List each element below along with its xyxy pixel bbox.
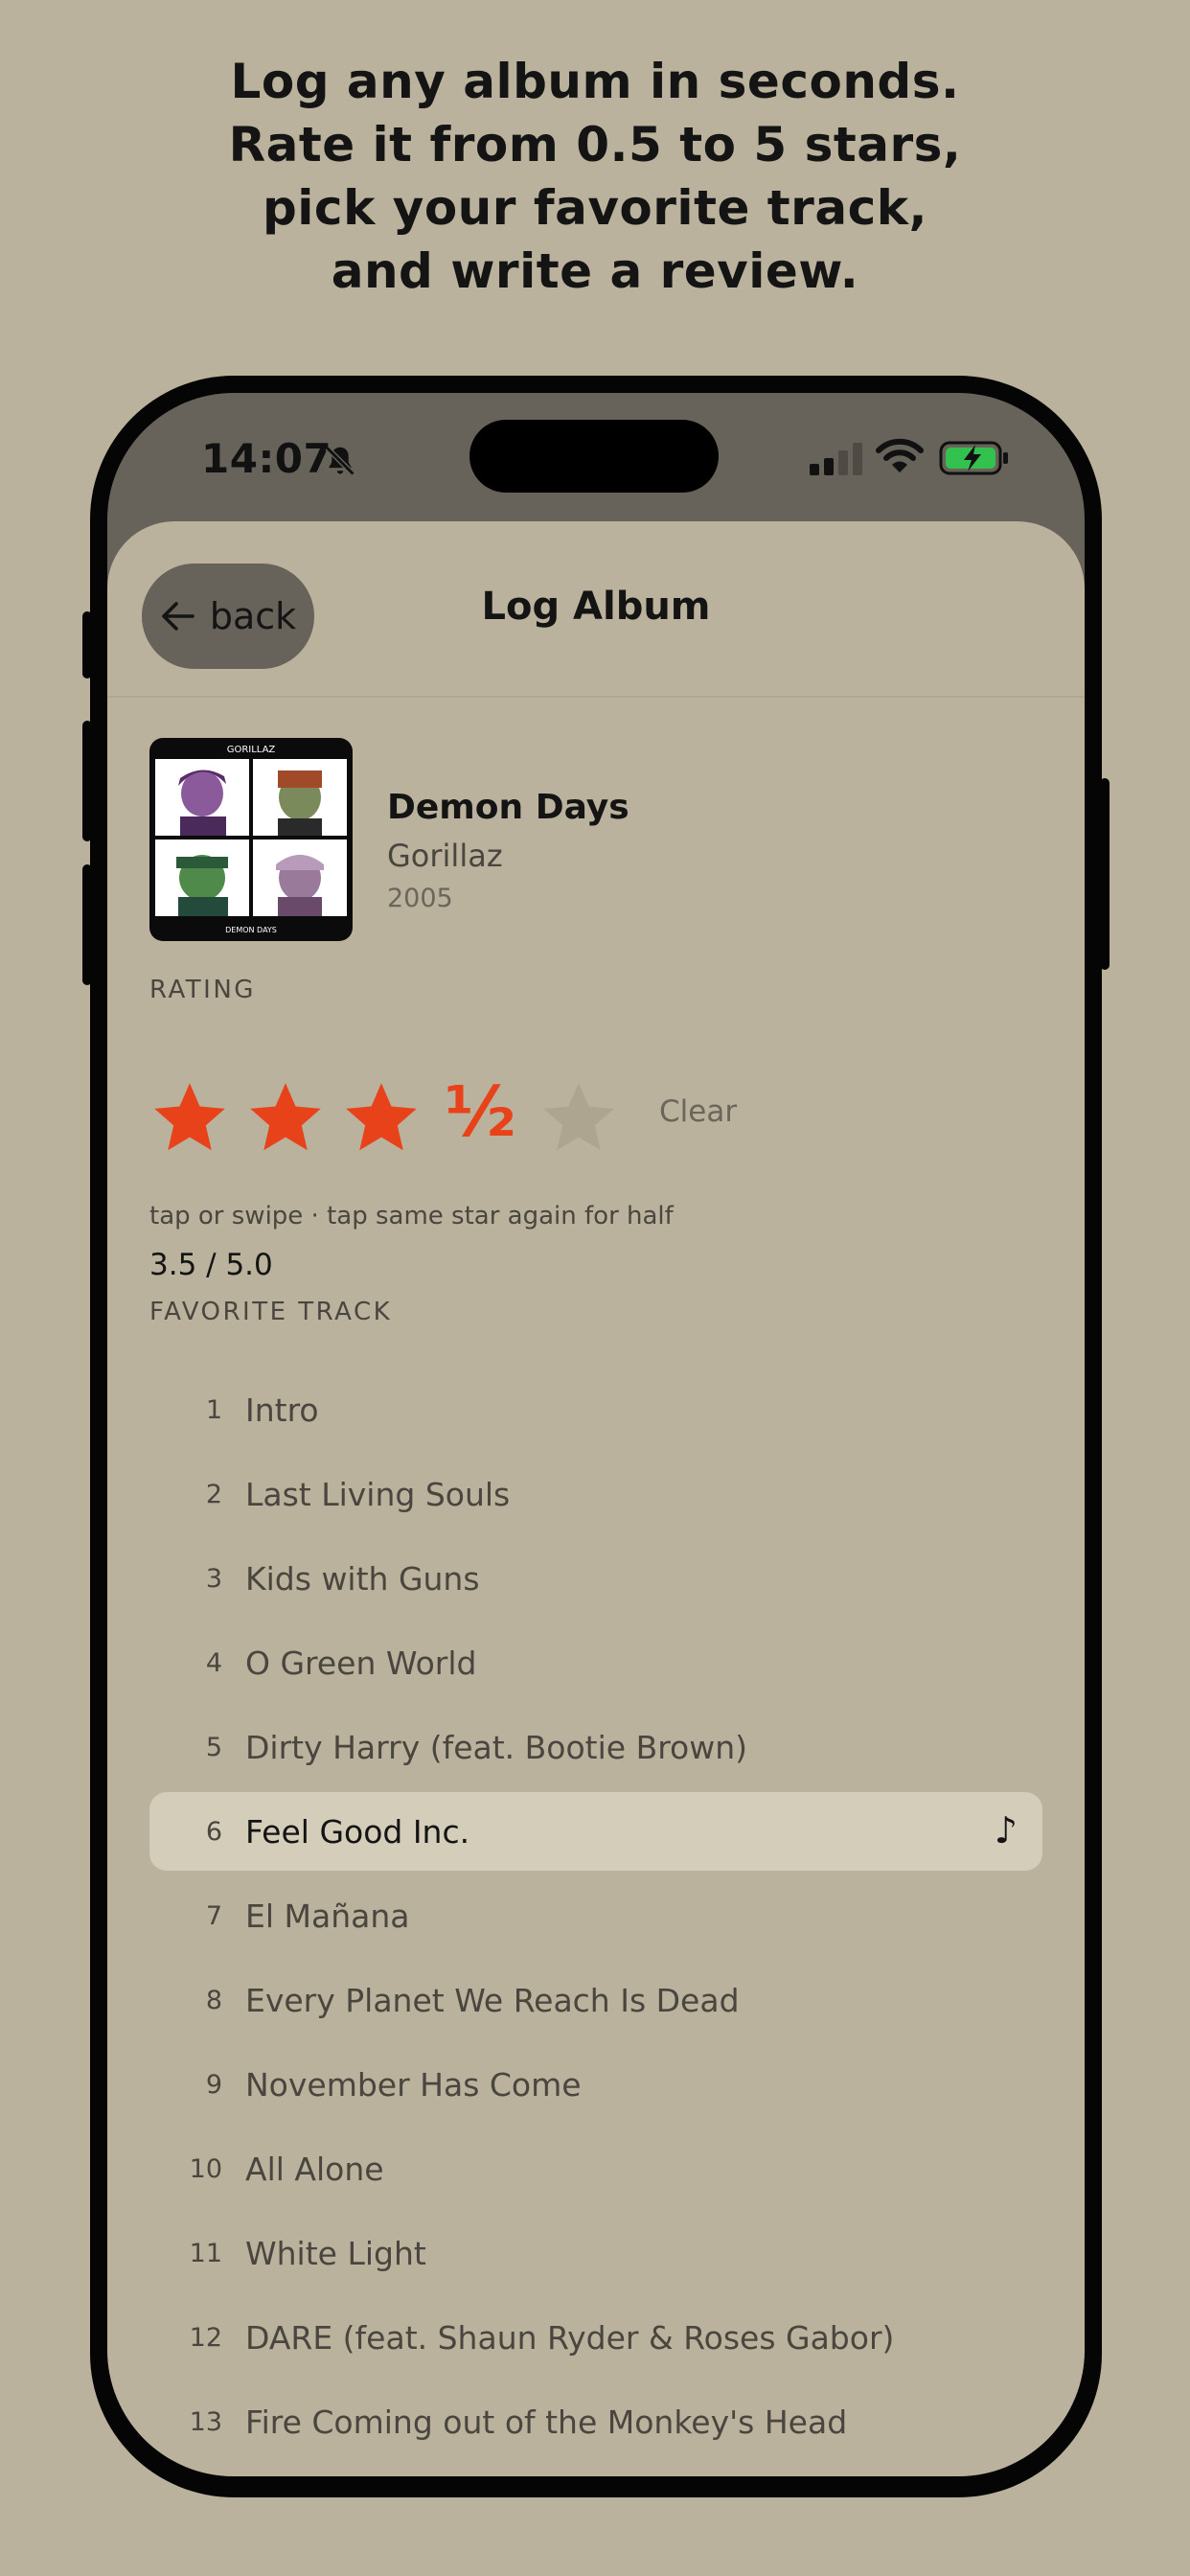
marketing-headline: Log any album in seconds. Rate it from 0…	[0, 50, 1190, 303]
track-number: 4	[205, 1647, 222, 1678]
dynamic-island	[469, 420, 719, 493]
headline-line-2: Rate it from 0.5 to 5 stars,	[228, 117, 962, 172]
phone-power-button	[1100, 778, 1110, 970]
track-name: Kids with Guns	[245, 1559, 480, 1598]
track-number: 6	[205, 1816, 222, 1847]
cover-bottom-text: DEMON DAYS	[225, 926, 277, 934]
track-row[interactable]: 1 Intro	[149, 1370, 1042, 1449]
phone-volume-up-button	[82, 721, 92, 841]
track-number: 12	[189, 2322, 222, 2353]
star-1-icon[interactable]	[149, 1077, 230, 1158]
clear-rating-button[interactable]: Clear	[659, 1094, 737, 1129]
phone-frame: 14:07 back Log Album GORILLAZ DEMON DAYS…	[82, 376, 1110, 2497]
phone-screen: 14:07 back Log Album GORILLAZ DEMON DAYS…	[107, 393, 1085, 2476]
log-album-sheet: back Log Album GORILLAZ DEMON DAYS Demon…	[107, 521, 1085, 2476]
rating-hint: tap or swipe · tap same star again for h…	[149, 1202, 674, 1230]
track-row[interactable]: 9 November Has Come	[149, 2045, 1042, 2124]
headline-line-1: Log any album in seconds.	[230, 54, 960, 109]
bell-slash-icon	[325, 446, 355, 476]
rating-score: 3.5 / 5.0	[149, 1248, 273, 1282]
wifi-icon	[876, 438, 924, 472]
track-row[interactable]: 3 Kids with Guns	[149, 1539, 1042, 1618]
star-4-half[interactable]: ½	[445, 1071, 516, 1152]
battery-charging-icon	[939, 441, 1008, 475]
track-number: 8	[205, 1985, 222, 2015]
track-list: 1 Intro 2 Last Living Souls 3 Kids with Gun…	[149, 1370, 1042, 2467]
track-row[interactable]: 8 Every Planet We Reach Is Dead	[149, 1961, 1042, 2039]
track-row[interactable]: 10 All Alone	[149, 2129, 1042, 2208]
track-number: 10	[189, 2153, 222, 2184]
track-row[interactable]: 2 Last Living Souls	[149, 1455, 1042, 1533]
track-name: Last Living Souls	[245, 1475, 511, 1513]
status-time: 14:07	[201, 435, 332, 482]
track-number: 3	[205, 1563, 222, 1594]
header-divider	[107, 696, 1085, 698]
status-bar: 14:07	[107, 393, 1085, 537]
page-title: Log Album	[481, 585, 711, 629]
track-name: White Light	[245, 2234, 426, 2272]
album-cover: GORILLAZ DEMON DAYS	[149, 738, 353, 941]
music-note-icon: ♪	[994, 1809, 1018, 1852]
track-row[interactable]: 11 White Light	[149, 2214, 1042, 2292]
track-name: Fire Coming out of the Monkey's Head	[245, 2403, 848, 2441]
track-number: 1	[205, 1394, 222, 1425]
album-year: 2005	[387, 884, 453, 913]
track-name: Intro	[245, 1391, 319, 1429]
track-name: Feel Good Inc.	[245, 1812, 470, 1851]
track-row[interactable]: 13 Fire Coming out of the Monkey's Head	[149, 2382, 1042, 2461]
track-name: El Mañana	[245, 1897, 410, 1935]
rating-section-label: RATING	[149, 976, 256, 1004]
cellular-signal-icon	[810, 443, 862, 475]
track-name: O Green World	[245, 1644, 477, 1682]
headline-line-3: pick your favorite track,	[263, 180, 927, 236]
phone-volume-down-button	[82, 864, 92, 985]
track-number: 7	[205, 1900, 222, 1931]
track-name: All Alone	[245, 2150, 384, 2188]
track-number: 9	[205, 2069, 222, 2100]
phone-action-button	[82, 611, 92, 678]
track-name: DARE (feat. Shaun Ryder & Roses Gabor)	[245, 2318, 895, 2357]
track-row[interactable]: 7 El Mañana	[149, 1876, 1042, 1955]
track-number: 13	[189, 2406, 222, 2437]
track-number: 2	[205, 1479, 222, 1509]
favorite-track-section-label: FAVORITE TRACK	[149, 1298, 393, 1326]
track-row-selected[interactable]: 6 Feel Good Inc. ♪	[149, 1792, 1042, 1871]
album-title: Demon Days	[387, 788, 629, 827]
track-row[interactable]: 5 Dirty Harry (feat. Bootie Brown)	[149, 1708, 1042, 1786]
album-artist: Gorillaz	[387, 838, 503, 874]
star-2-icon[interactable]	[245, 1077, 326, 1158]
track-row[interactable]: 12 DARE (feat. Shaun Ryder & Roses Gabor)	[149, 2298, 1042, 2377]
star-5-icon[interactable]	[538, 1077, 619, 1158]
track-number: 5	[205, 1732, 222, 1762]
track-name: Dirty Harry (feat. Bootie Brown)	[245, 1728, 748, 1766]
track-row[interactable]: 4 O Green World	[149, 1623, 1042, 1702]
track-name: November Has Come	[245, 2065, 582, 2104]
headline-line-4: and write a review.	[331, 243, 859, 299]
star-3-icon[interactable]	[341, 1077, 422, 1158]
track-number: 11	[189, 2238, 222, 2268]
album-cover-art: GORILLAZ DEMON DAYS	[155, 745, 347, 934]
track-name: Every Planet We Reach Is Dead	[245, 1981, 740, 2019]
cover-top-text: GORILLAZ	[227, 745, 276, 755]
